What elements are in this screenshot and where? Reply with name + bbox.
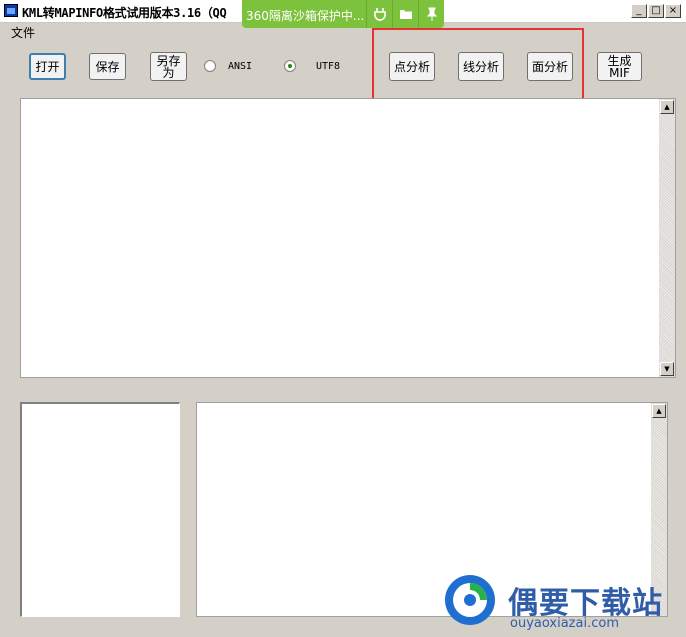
- minimize-button[interactable]: _: [631, 4, 647, 18]
- watermark-url: ouyaoxiazai.com: [510, 616, 619, 631]
- watermark: 偶要下载站 ouyaoxiazai.com: [438, 570, 686, 637]
- app-icon[interactable]: [4, 4, 18, 17]
- menu-file[interactable]: 文件: [11, 24, 35, 41]
- ansi-radio[interactable]: [204, 60, 216, 72]
- utf8-label: UTF8: [316, 61, 341, 72]
- save-button[interactable]: 保存: [89, 53, 126, 80]
- save-as-button[interactable]: 另存为: [150, 52, 187, 81]
- main-scroll-down-button[interactable]: ▼: [660, 362, 674, 376]
- highlight-box: [372, 28, 584, 102]
- maximize-button[interactable]: □: [648, 4, 664, 18]
- file-list-box[interactable]: [20, 402, 180, 617]
- output-scroll-up-button[interactable]: ▲: [652, 404, 666, 418]
- ansi-label: ANSI: [228, 61, 253, 72]
- open-button[interactable]: 打开: [29, 53, 66, 80]
- main-scrollbar[interactable]: [659, 99, 675, 377]
- main-text-area[interactable]: ▲ ▼: [20, 98, 676, 378]
- close-button[interactable]: ×: [665, 4, 681, 18]
- window-title: KML转MAPINFO格式试用版本3.16（QQ: [22, 6, 227, 20]
- generate-mif-button[interactable]: 生成MIF: [597, 52, 642, 81]
- utf8-radio[interactable]: [284, 60, 296, 72]
- ouyao-logo-icon: [445, 575, 495, 625]
- main-scroll-up-button[interactable]: ▲: [660, 100, 674, 114]
